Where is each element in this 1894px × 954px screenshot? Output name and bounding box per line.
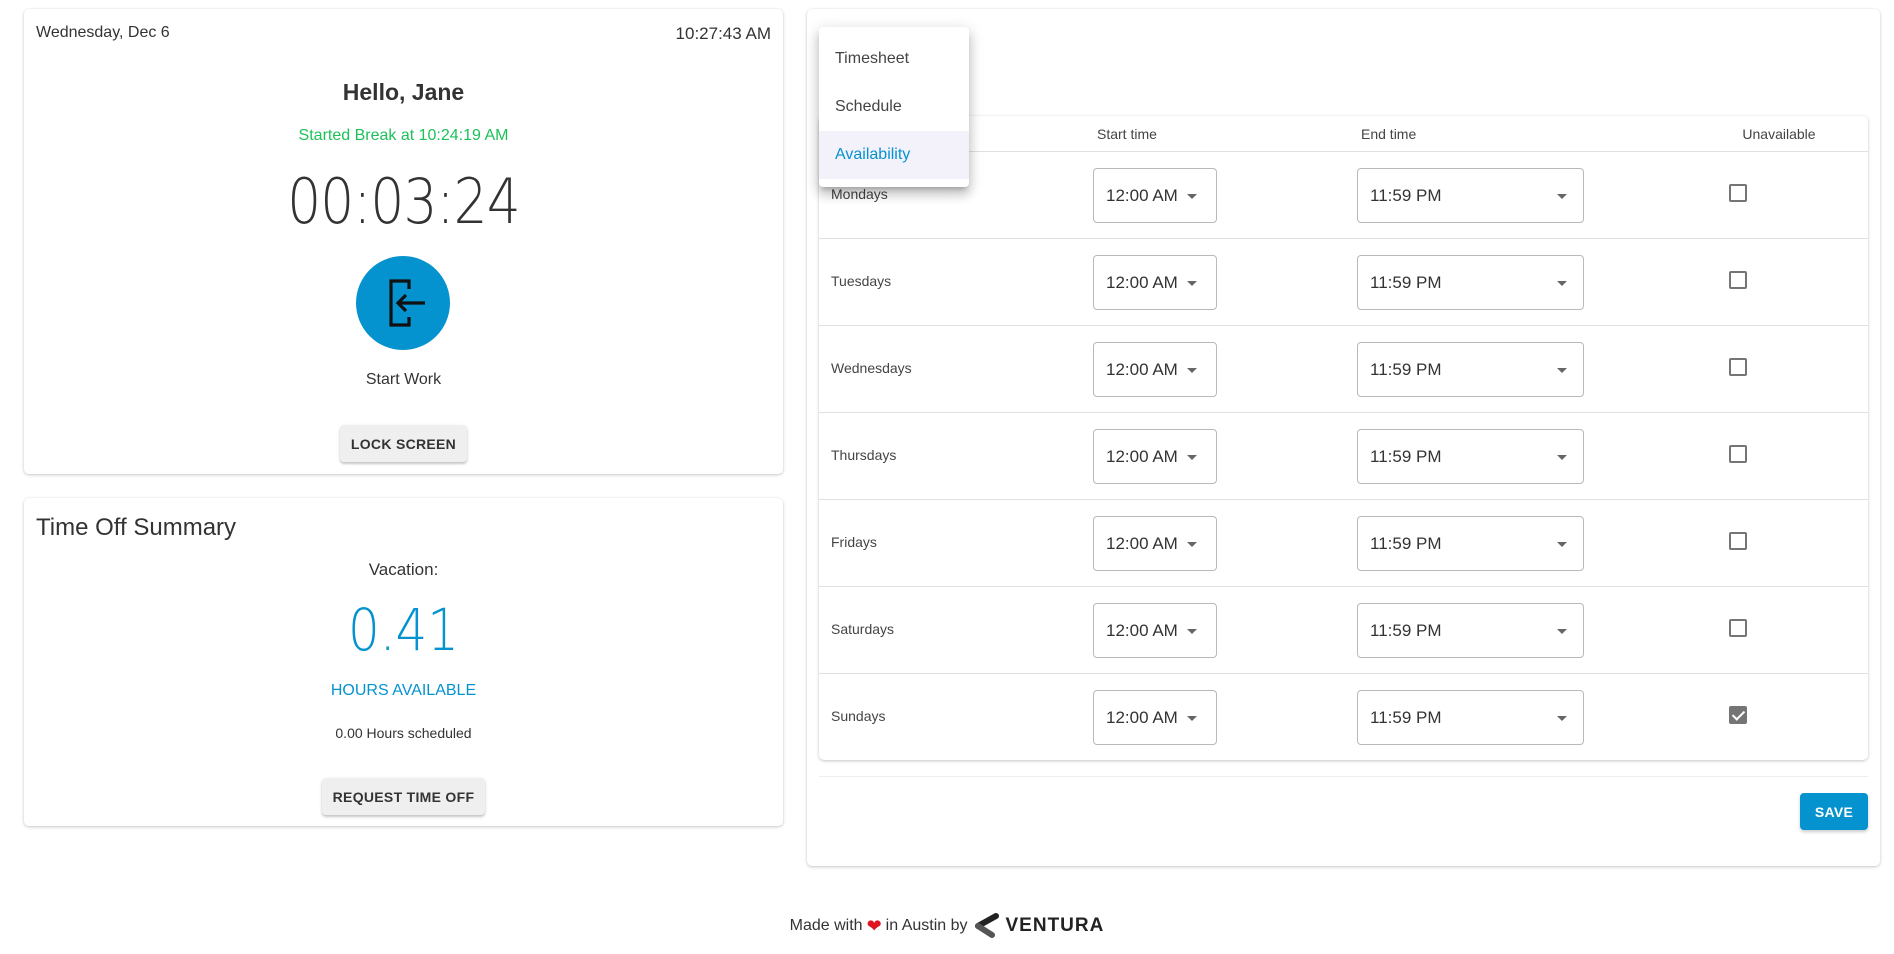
table-row: Thursdays 12:00 AM 11:59 PM bbox=[819, 413, 1868, 500]
start-work-button[interactable] bbox=[356, 256, 450, 350]
current-time: 10:27:43 AM bbox=[675, 24, 771, 43]
dropdown-arrow-icon bbox=[1557, 194, 1567, 199]
start-time-value: 12:00 AM bbox=[1106, 621, 1178, 640]
table-row: Sundays 12:00 AM 11:59 PM bbox=[819, 674, 1868, 761]
start-time-select[interactable]: 12:00 AM bbox=[1093, 255, 1217, 310]
end-time-select[interactable]: 11:59 PM bbox=[1357, 168, 1584, 223]
start-time-value: 12:00 AM bbox=[1106, 534, 1178, 553]
dropdown-arrow-icon bbox=[1187, 716, 1197, 721]
vacation-label: Vacation: bbox=[368, 560, 439, 579]
login-arrow-icon bbox=[389, 279, 425, 327]
footer-made-with: Made with bbox=[789, 917, 863, 934]
elapsed-timer: 00:03:24 bbox=[287, 165, 520, 238]
unavailable-checkbox[interactable] bbox=[1729, 445, 1747, 463]
section-title: Time Off Summary bbox=[36, 514, 237, 541]
unavailable-checkbox[interactable] bbox=[1729, 619, 1747, 637]
current-date: Wednesday, Dec 6 bbox=[36, 24, 170, 41]
dropdown-arrow-icon bbox=[1187, 455, 1197, 460]
day-label: Wednesdays bbox=[831, 360, 912, 376]
start-time-value: 12:00 AM bbox=[1106, 273, 1178, 292]
dropdown-arrow-icon bbox=[1557, 542, 1567, 547]
heart-icon: ❤ bbox=[866, 915, 882, 936]
dropdown-arrow-icon bbox=[1187, 281, 1197, 286]
day-label: Mondays bbox=[831, 186, 888, 202]
table-row: Tuesdays 12:00 AM 11:59 PM bbox=[819, 239, 1868, 326]
dropdown-arrow-icon bbox=[1187, 194, 1197, 199]
dropdown-arrow-icon bbox=[1187, 368, 1197, 373]
request-time-off-button[interactable]: REQUEST TIME OFF bbox=[322, 778, 485, 815]
dropdown-arrow-icon bbox=[1187, 542, 1197, 547]
table-row: Fridays 12:00 AM 11:59 PM bbox=[819, 500, 1868, 587]
hours-scheduled: 0.00 Hours scheduled bbox=[335, 725, 472, 741]
end-time-select[interactable]: 11:59 PM bbox=[1357, 342, 1584, 397]
menu-item-timesheet[interactable]: Timesheet bbox=[819, 35, 969, 83]
day-label: Tuesdays bbox=[831, 273, 892, 289]
start-work-label: Start Work bbox=[365, 371, 442, 388]
header-start-time: Start time bbox=[1097, 126, 1157, 142]
start-time-select[interactable]: 12:00 AM bbox=[1093, 429, 1217, 484]
start-time-select[interactable]: 12:00 AM bbox=[1093, 516, 1217, 571]
greeting: Hello, Jane bbox=[342, 79, 465, 105]
dropdown-arrow-icon bbox=[1187, 629, 1197, 634]
dropdown-arrow-icon bbox=[1557, 716, 1567, 721]
start-time-select[interactable]: 12:00 AM bbox=[1093, 603, 1217, 658]
start-time-select[interactable]: 12:00 AM bbox=[1093, 342, 1217, 397]
end-time-select[interactable]: 11:59 PM bbox=[1357, 690, 1584, 745]
brand-name: VENTURA bbox=[1005, 915, 1105, 936]
end-time-value: 11:59 PM bbox=[1370, 186, 1442, 205]
table-header: Start time End time Unavailable bbox=[819, 116, 1868, 152]
divider bbox=[819, 776, 1868, 777]
dropdown-arrow-icon bbox=[1557, 368, 1567, 373]
end-time-select[interactable]: 11:59 PM bbox=[1357, 429, 1584, 484]
start-time-value: 12:00 AM bbox=[1106, 447, 1178, 466]
availability-table: Start time End time Unavailable Mondays 1… bbox=[819, 116, 1868, 760]
header-unavailable: Unavailable bbox=[1742, 126, 1816, 142]
end-time-select[interactable]: 11:59 PM bbox=[1357, 603, 1584, 658]
unavailable-checkbox[interactable] bbox=[1729, 532, 1747, 550]
unavailable-checkbox[interactable] bbox=[1729, 706, 1747, 724]
day-label: Sundays bbox=[831, 708, 886, 724]
table-row: Wednesdays 12:00 AM 11:59 PM bbox=[819, 326, 1868, 413]
end-time-value: 11:59 PM bbox=[1370, 534, 1442, 553]
lock-screen-button[interactable]: LOCK SCREEN bbox=[340, 425, 467, 462]
menu-item-availability[interactable]: Availability bbox=[819, 131, 969, 179]
start-time-select[interactable]: 12:00 AM bbox=[1093, 168, 1217, 223]
start-time-value: 12:00 AM bbox=[1106, 708, 1178, 727]
end-time-select[interactable]: 11:59 PM bbox=[1357, 516, 1584, 571]
day-label: Saturdays bbox=[831, 621, 895, 637]
end-time-value: 11:59 PM bbox=[1370, 708, 1442, 727]
clock-card: Wednesday, Dec 6 10:27:43 AM Hello, Jane… bbox=[24, 9, 783, 474]
end-time-value: 11:59 PM bbox=[1370, 621, 1442, 640]
unavailable-checkbox[interactable] bbox=[1729, 358, 1747, 376]
table-row: Mondays 12:00 AM 11:59 PM bbox=[819, 152, 1868, 239]
save-button[interactable]: SAVE bbox=[1800, 793, 1868, 830]
ventura-logo[interactable]: VENTURA bbox=[974, 913, 1105, 939]
hours-available-label: HOURS AVAILABLE bbox=[330, 682, 477, 699]
dropdown-arrow-icon bbox=[1557, 629, 1567, 634]
time-off-summary-card: Time Off Summary Vacation: 0.41 HOURS AV… bbox=[24, 498, 783, 826]
end-time-value: 11:59 PM bbox=[1370, 360, 1442, 379]
footer-location: in Austin by bbox=[885, 917, 968, 934]
vacation-hours-value: 0.41 bbox=[347, 596, 460, 664]
table-row: Saturdays 12:00 AM 11:59 PM bbox=[819, 587, 1868, 674]
unavailable-checkbox[interactable] bbox=[1729, 184, 1747, 202]
day-label: Fridays bbox=[831, 534, 877, 550]
day-label: Thursdays bbox=[831, 447, 897, 463]
footer: Made with ❤ in Austin by VENTURA bbox=[0, 913, 1894, 939]
start-time-select[interactable]: 12:00 AM bbox=[1093, 690, 1217, 745]
dropdown-arrow-icon bbox=[1557, 281, 1567, 286]
end-time-value: 11:59 PM bbox=[1370, 273, 1442, 292]
header-end-time: End time bbox=[1361, 126, 1417, 142]
break-status: Started Break at 10:24:19 AM bbox=[298, 127, 509, 144]
unavailable-checkbox[interactable] bbox=[1729, 271, 1747, 289]
end-time-select[interactable]: 11:59 PM bbox=[1357, 255, 1584, 310]
end-time-value: 11:59 PM bbox=[1370, 447, 1442, 466]
dropdown-arrow-icon bbox=[1557, 455, 1567, 460]
start-time-value: 12:00 AM bbox=[1106, 186, 1178, 205]
view-menu: Timesheet Schedule Availability bbox=[819, 27, 969, 187]
menu-item-schedule[interactable]: Schedule bbox=[819, 83, 969, 131]
start-time-value: 12:00 AM bbox=[1106, 360, 1178, 379]
ventura-chevron-icon bbox=[974, 913, 999, 938]
